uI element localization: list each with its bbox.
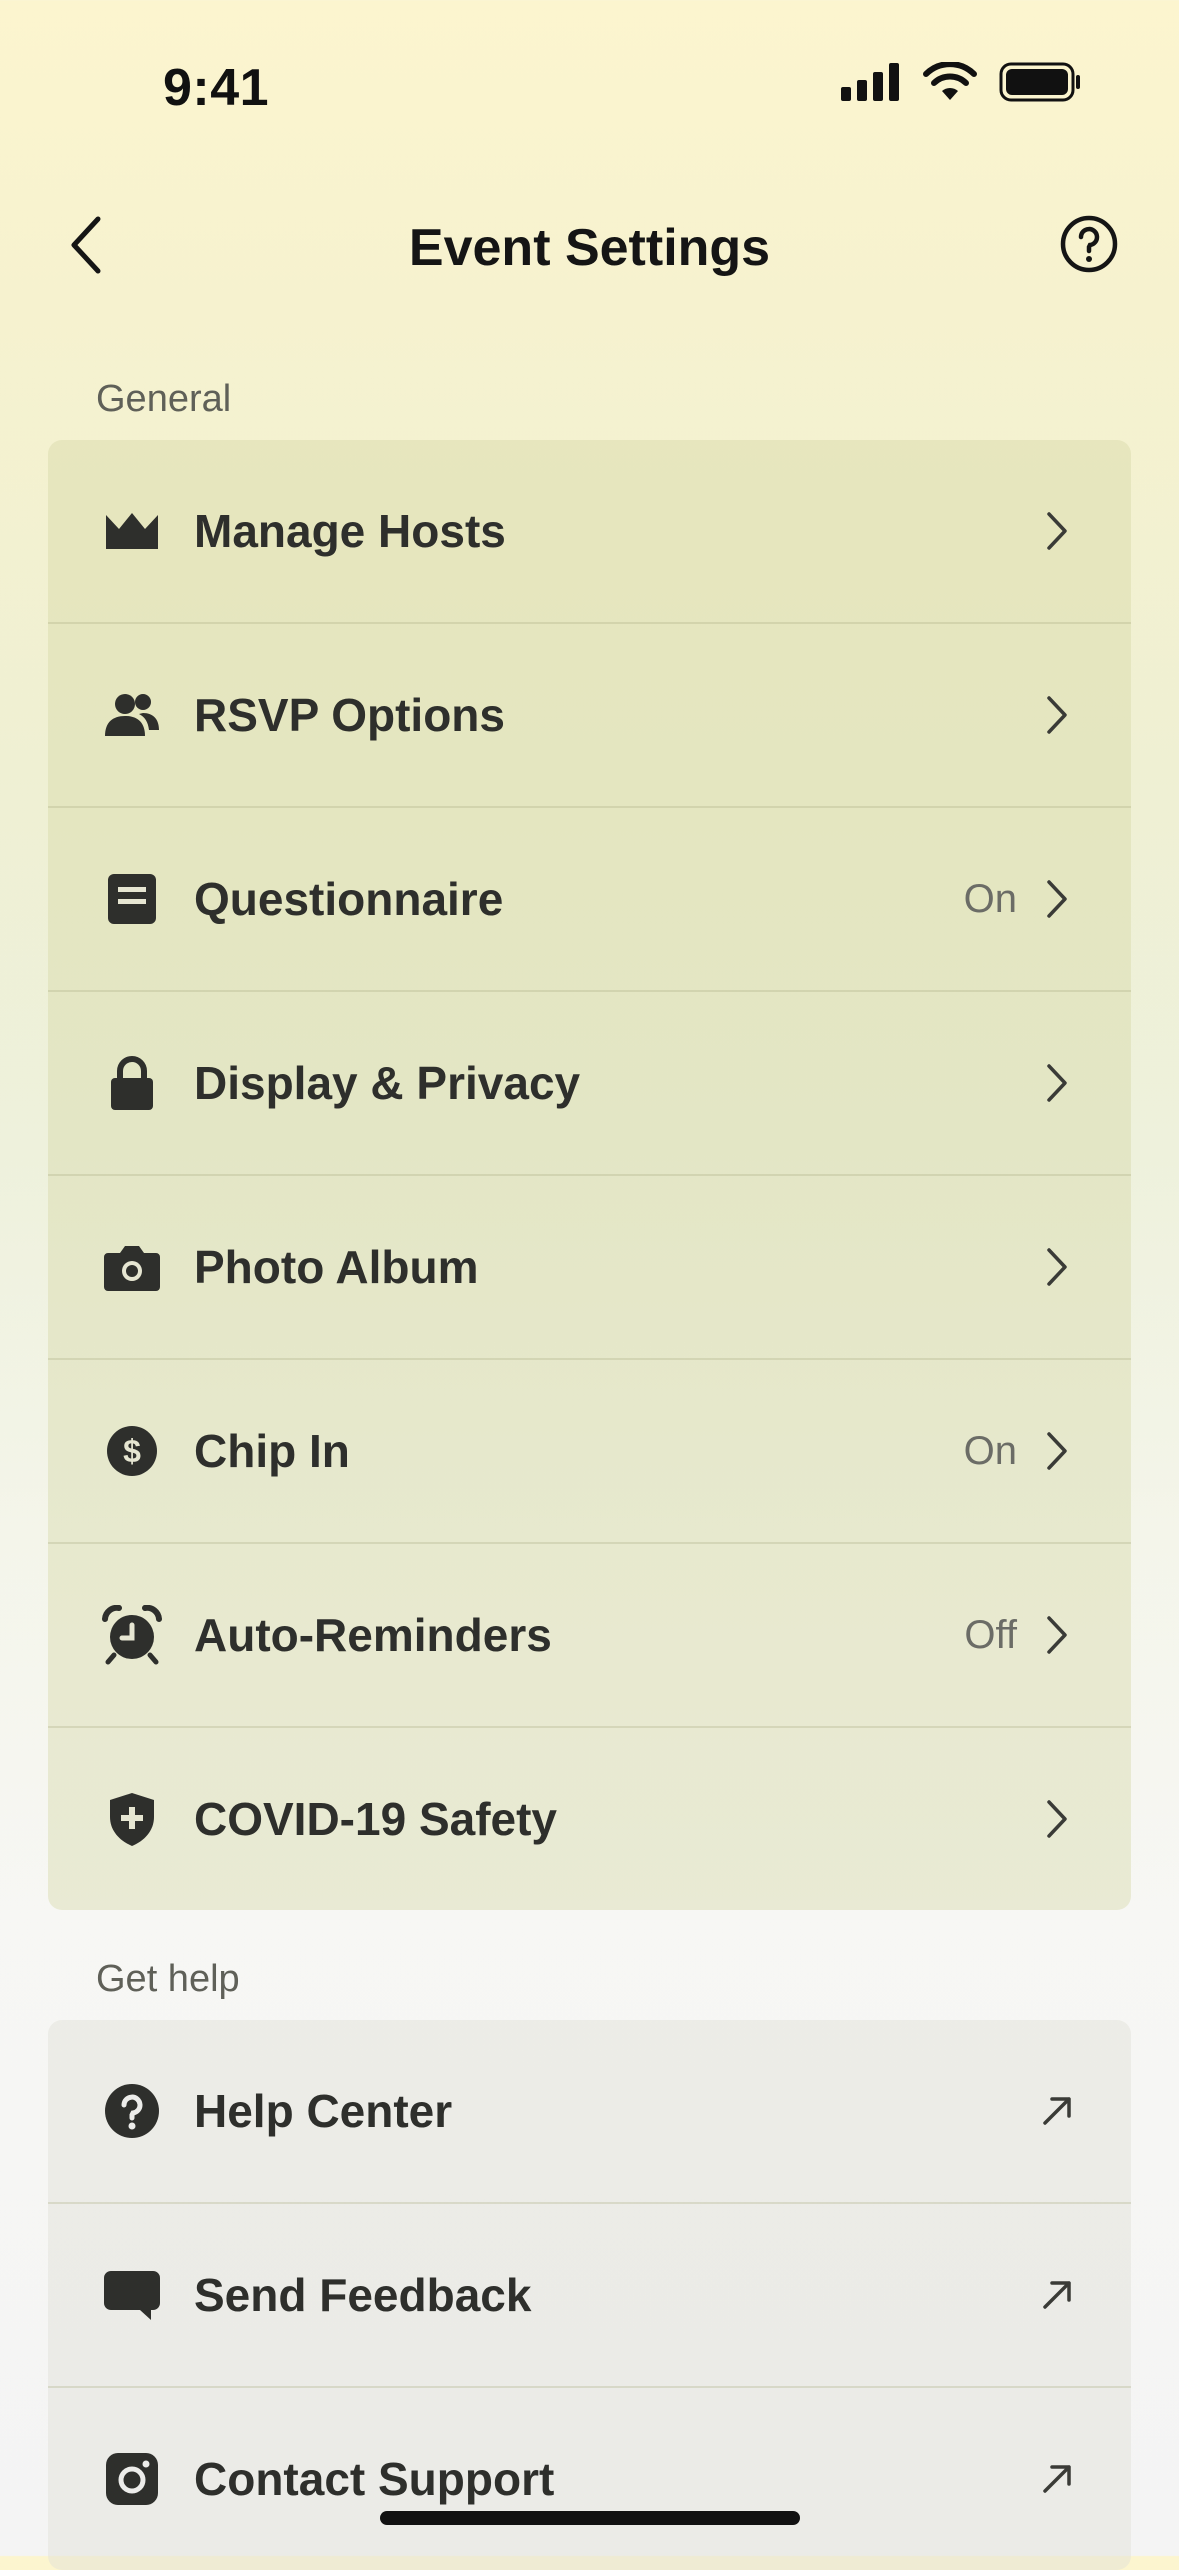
chevron-right-icon [1037,1058,1077,1108]
row-label: Display & Privacy [194,1057,581,1109]
arrow-up-right-icon [1037,2270,1077,2320]
row-help-center[interactable]: Help Center [48,2020,1131,2204]
section-label-get-help: Get help [96,1958,240,2000]
row-rsvp-options[interactable]: RSVP Options [48,624,1131,808]
chevron-right-icon [1037,506,1077,556]
chevron-right-icon [1037,1794,1077,1844]
status-time: 9:41 [163,59,270,117]
shield-icon [102,1789,162,1849]
status-icons [841,62,1081,102]
nav-bar: Event Settings [0,170,1179,320]
arrow-up-right-icon [1037,2454,1077,2504]
row-contact-support[interactable]: Contact Support [48,2388,1131,2570]
wifi-icon [923,62,977,100]
section-label-general: General [96,378,232,420]
home-indicator[interactable] [380,2511,800,2525]
help-button[interactable] [1059,214,1119,274]
row-label: Questionnaire [194,873,504,925]
row-questionnaire[interactable]: Questionnaire On [48,808,1131,992]
page-title: Event Settings [408,219,771,277]
row-label: COVID-19 Safety [194,1793,558,1845]
chevron-right-icon [1037,1242,1077,1292]
row-value: On [963,876,1017,921]
row-label: Auto-Reminders [194,1609,552,1661]
alarm-icon [102,1605,162,1665]
row-photo-album[interactable]: Photo Album [48,1176,1131,1360]
row-value: Off [964,1612,1017,1657]
row-label: RSVP Options [194,689,505,741]
chevron-right-icon [1037,690,1077,740]
row-value: On [963,1428,1017,1473]
chat-icon [102,2265,162,2325]
chevron-right-icon [1037,1426,1077,1476]
arrow-up-right-icon [1037,2086,1077,2136]
row-label: Chip In [194,1425,350,1477]
row-label: Photo Album [194,1241,479,1293]
battery-icon [999,62,1080,102]
row-send-feedback[interactable]: Send Feedback [48,2204,1131,2388]
row-label: Manage Hosts [194,505,506,557]
row-covid-safety[interactable]: COVID-19 Safety [48,1728,1131,1910]
general-settings-card: Manage Hosts RSVP Options Questionnaire … [48,440,1131,1910]
help-circle-icon [1060,215,1118,273]
row-display-privacy[interactable]: Display & Privacy [48,992,1131,1176]
chevron-right-icon [1037,874,1077,924]
form-icon [102,869,162,929]
lock-icon [102,1053,162,1113]
row-label: Send Feedback [194,2269,532,2321]
row-label: Help Center [194,2085,453,2137]
crown-icon [102,501,162,561]
row-chip-in[interactable]: $ Chip In On [48,1360,1131,1544]
instagram-icon [102,2449,162,2509]
dollar-icon: $ [102,1421,162,1481]
svg-text:$: $ [123,1433,141,1469]
question-icon [102,2081,162,2141]
help-card: Help Center Send Feedback Contact Suppor… [48,2020,1131,2570]
row-auto-reminders[interactable]: Auto-Reminders Off [48,1544,1131,1728]
row-label: Contact Support [194,2453,555,2505]
signal-icon [841,63,899,101]
camera-icon [102,1237,162,1297]
row-manage-hosts[interactable]: Manage Hosts [48,440,1131,624]
people-icon [102,685,162,745]
status-bar: 9:41 [0,0,1179,170]
chevron-right-icon [1037,1610,1077,1660]
